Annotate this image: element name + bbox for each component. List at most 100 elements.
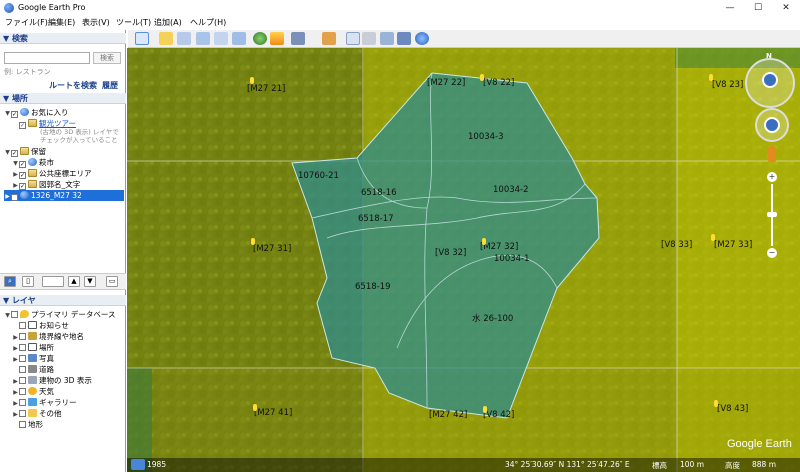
checkbox[interactable] — [19, 388, 26, 395]
close-button[interactable]: ✕ — [773, 1, 799, 15]
place-pending[interactable]: ▼ ✓ 保留 — [4, 146, 46, 157]
map-view[interactable]: [M27 21] [M27 22] [V8 22] [V8 23] [M27 3… — [127, 48, 800, 472]
checkbox[interactable] — [19, 333, 26, 340]
panel-toggle-icon[interactable]: ▯ — [22, 276, 34, 287]
historical-imagery-icon[interactable] — [253, 32, 267, 45]
parcel-label[interactable]: 10034-2 — [493, 185, 529, 195]
label-pin-icon[interactable] — [251, 238, 255, 245]
layer-primary-db[interactable]: ▼ プライマリ データベース — [4, 309, 116, 320]
label-pin-icon[interactable] — [714, 400, 718, 407]
checkbox[interactable] — [19, 377, 26, 384]
label-pin-icon[interactable] — [711, 234, 715, 241]
layer-terrain[interactable]: 地形 — [12, 419, 43, 430]
compass-north-icon[interactable]: N — [766, 52, 772, 60]
layer-photos[interactable]: ▶ 写真 — [12, 353, 54, 364]
grid-label[interactable]: [M27 21] — [247, 84, 285, 94]
checkbox[interactable]: ✓ — [11, 111, 18, 118]
checkbox[interactable] — [11, 311, 18, 318]
grid-label[interactable]: [V8 32] — [435, 248, 466, 258]
expand-arrow-icon[interactable]: ▼ — [4, 310, 11, 321]
menu-tools[interactable]: ツール(T) — [116, 17, 151, 28]
search-section-header[interactable]: ▼ 検索 — [0, 33, 126, 44]
grid-label[interactable]: [M27 33] — [714, 240, 752, 250]
search-input[interactable] — [4, 52, 90, 64]
parcel-label[interactable]: 10034-1 — [494, 254, 530, 264]
place-selected-layer[interactable]: ▶ ✓ 1326_M27 32 — [4, 190, 124, 201]
move-up-icon[interactable]: ▲ — [68, 276, 80, 287]
checkbox[interactable]: ✓ — [19, 172, 26, 179]
layer-roads[interactable]: 道路 — [12, 364, 54, 375]
grid-label[interactable]: [M27 42] — [429, 410, 467, 420]
zoom-in-button[interactable]: + — [767, 172, 777, 182]
grid-label[interactable]: [M27 41] — [254, 408, 292, 418]
minimize-button[interactable]: — — [717, 1, 743, 15]
place-public-coords[interactable]: ▶ ✓ 公共座標エリア — [12, 168, 92, 179]
sunlight-icon[interactable] — [270, 32, 284, 45]
grid-label[interactable]: [V8 43] — [717, 404, 748, 414]
layer-other[interactable]: ▶ その他 — [12, 408, 62, 419]
label-pin-icon[interactable] — [483, 406, 487, 413]
parcel-label[interactable]: 水 26-100 — [472, 312, 513, 324]
history-link[interactable]: 履歴 — [102, 80, 118, 91]
image-overlay-icon[interactable] — [214, 32, 228, 45]
expand-arrow-icon[interactable]: ▶ — [4, 191, 11, 202]
planets-icon[interactable] — [291, 32, 305, 45]
parcel-label[interactable]: 10760-21 — [298, 171, 339, 181]
label-pin-icon[interactable] — [482, 238, 486, 245]
print-icon[interactable] — [362, 32, 376, 45]
menu-file[interactable]: ファイル(F) — [5, 17, 48, 28]
layer-weather[interactable]: ▶ 天気 — [12, 386, 54, 397]
grid-label[interactable]: [V8 23] — [712, 80, 743, 90]
label-pin-icon[interactable] — [253, 404, 257, 411]
move-down-icon[interactable]: ▼ — [84, 276, 96, 287]
view-in-maps-icon[interactable] — [397, 32, 411, 45]
search-places-icon[interactable]: ⌕ — [4, 276, 16, 287]
eye-icon[interactable] — [762, 72, 778, 88]
place-favorites[interactable]: ▼ ✓ お気に入り — [4, 107, 69, 118]
polygon-icon[interactable] — [177, 32, 191, 45]
zoom-out-button[interactable]: − — [767, 248, 777, 258]
checkbox[interactable] — [19, 344, 26, 351]
historical-imagery-icon[interactable] — [131, 459, 145, 470]
checkbox[interactable] — [19, 410, 26, 417]
earth-icon[interactable] — [415, 32, 429, 45]
email-icon[interactable] — [346, 32, 360, 45]
maximize-button[interactable]: ☐ — [745, 1, 771, 15]
checkbox[interactable]: ✓ — [19, 161, 26, 168]
menu-view[interactable]: 表示(V) — [82, 17, 110, 28]
layers-section-header[interactable]: ▼ レイヤ — [0, 295, 126, 306]
street-view-pegman-icon[interactable] — [768, 146, 776, 162]
layer-3d-buildings[interactable]: ▶ 建物の 3D 表示 — [12, 375, 92, 386]
layer-places[interactable]: ▶ 場所 — [12, 342, 54, 353]
parcel-label[interactable]: 6518-16 — [361, 188, 397, 198]
checkbox[interactable]: ✓ — [11, 194, 18, 201]
grid-label[interactable]: [V8 22] — [483, 78, 514, 88]
layer-notices[interactable]: お知らせ — [12, 320, 69, 331]
checkbox[interactable]: ✓ — [19, 122, 26, 129]
checkbox[interactable] — [19, 421, 26, 428]
label-pin-icon[interactable] — [480, 74, 484, 81]
zoom-slider-handle[interactable] — [767, 212, 777, 217]
parcel-label[interactable]: 10034-3 — [468, 132, 504, 142]
place-hagi[interactable]: ▼ ✓ 萩市 — [12, 157, 54, 168]
label-pin-icon[interactable] — [250, 77, 254, 84]
sidebar-toggle-icon[interactable] — [135, 32, 149, 45]
ruler-icon[interactable] — [322, 32, 336, 45]
expand-arrow-icon[interactable]: ▼ — [4, 147, 11, 158]
checkbox[interactable] — [19, 366, 26, 373]
checkbox[interactable] — [19, 399, 26, 406]
menu-add[interactable]: 追加(A) — [154, 17, 182, 28]
places-section-header[interactable]: ▼ 場所 — [0, 93, 126, 104]
checkbox[interactable]: ✓ — [11, 150, 18, 157]
grid-label[interactable]: [V8 42] — [483, 410, 514, 420]
route-search-link[interactable]: ルートを検索 — [49, 80, 97, 91]
save-image-icon[interactable] — [380, 32, 394, 45]
placemark-icon[interactable] — [159, 32, 173, 45]
label-pin-icon[interactable] — [709, 74, 713, 81]
folder-add-icon[interactable]: ▭ — [106, 276, 118, 287]
grid-label[interactable]: [V8 33] — [661, 240, 692, 250]
menu-help[interactable]: ヘルプ(H) — [190, 17, 226, 28]
expand-arrow-icon[interactable]: ▼ — [4, 108, 11, 119]
layer-gallery[interactable]: ▶ ギャラリー — [12, 397, 77, 408]
layer-borders[interactable]: ▶ 境界線や地名 — [12, 331, 84, 342]
